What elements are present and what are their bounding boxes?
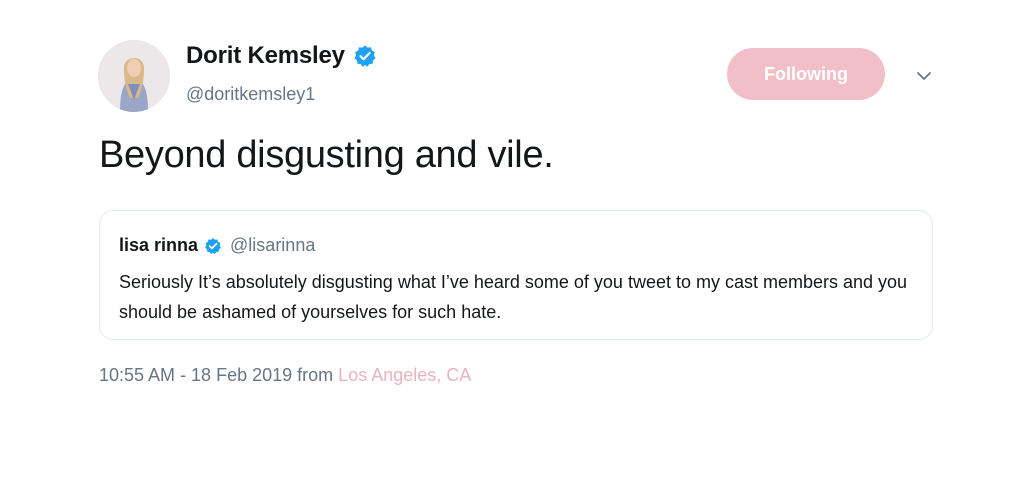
- timestamp[interactable]: 10:55 AM - 18 Feb 2019: [99, 365, 292, 385]
- following-button[interactable]: Following: [727, 48, 885, 100]
- verified-badge-icon: [204, 237, 222, 255]
- author-handle[interactable]: @doritkemsley1: [186, 84, 315, 105]
- quoted-author-name: lisa rinna: [119, 235, 199, 255]
- verified-badge-icon: [353, 44, 377, 68]
- tweet-card: Dorit Kemsley @doritkemsley1 Following B…: [0, 0, 1024, 487]
- quoted-tweet-text: Seriously It’s absolutely disgusting wha…: [119, 272, 908, 322]
- profile-photo-icon: [98, 40, 170, 112]
- avatar[interactable]: [98, 40, 170, 112]
- location-link[interactable]: Los Angeles, CA: [338, 365, 471, 385]
- tweet-text: Beyond disgusting and vile.: [99, 134, 554, 176]
- quoted-tweet[interactable]: lisa rinna @lisarinna Seriously It’s abs…: [99, 210, 933, 340]
- author-name-row: Dorit Kemsley: [186, 42, 377, 70]
- tweet-meta: 10:55 AM - 18 Feb 2019 from Los Angeles,…: [99, 365, 471, 386]
- quoted-author-handle: @lisarinna: [230, 235, 316, 255]
- from-label: from: [297, 365, 334, 385]
- quoted-tweet-header: lisa rinna @lisarinna: [119, 235, 315, 256]
- author-name[interactable]: Dorit Kemsley: [186, 42, 345, 70]
- chevron-down-icon[interactable]: [914, 66, 934, 86]
